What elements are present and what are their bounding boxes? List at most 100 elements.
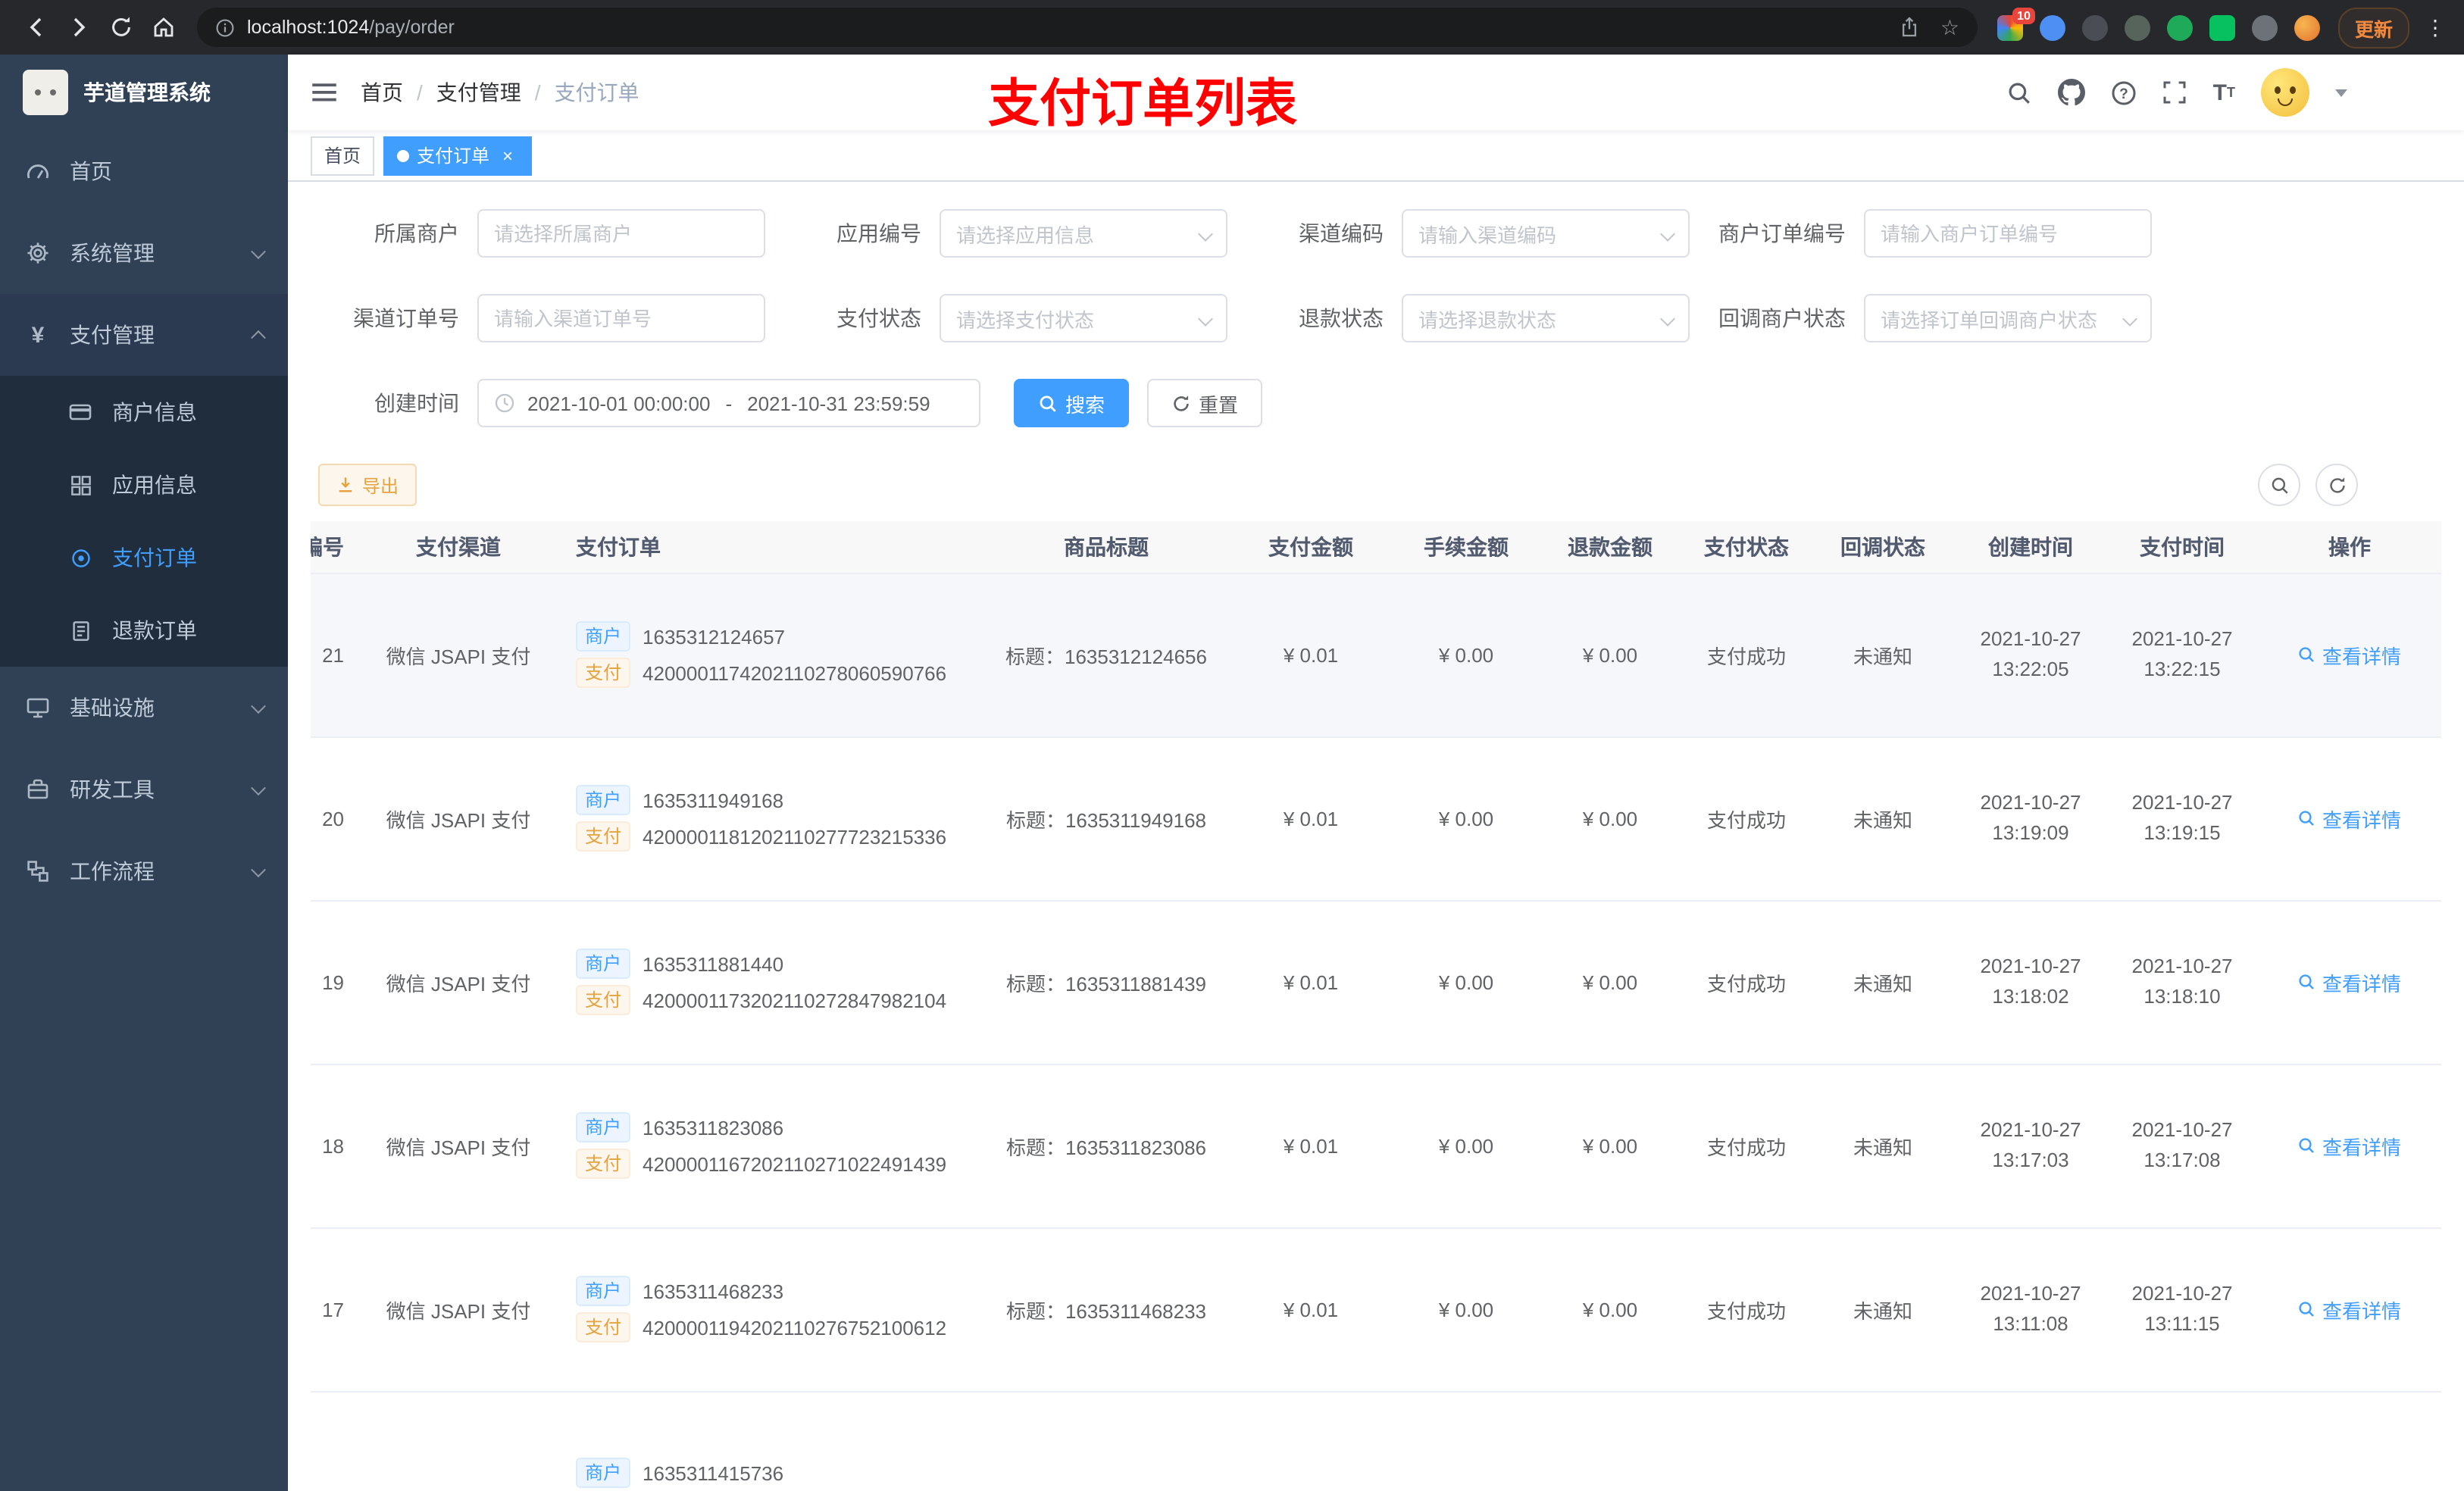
navbar-actions: ? TT [2007, 68, 2441, 117]
reset-button[interactable]: 重置 [1147, 379, 1263, 427]
chevron-down-icon [251, 780, 266, 796]
sidebar: 芋道管理系统 首页 系统管理 ¥ 支付管理 商户信息 应用信息 支付订单 退款订… [0, 55, 288, 1491]
merchant-tag: 商户 [576, 1458, 631, 1488]
extension-icon-5[interactable] [2166, 14, 2193, 40]
fullscreen-icon[interactable] [2163, 80, 2187, 105]
sidebar-item-home[interactable]: 首页 [0, 130, 288, 212]
view-detail-link[interactable]: 查看详情 [2298, 1295, 2401, 1324]
merchant-order-no-input[interactable] [1864, 209, 2152, 258]
extension-icon-4[interactable] [2124, 14, 2150, 40]
pay-tag: 支付 [576, 821, 631, 852]
breadcrumb-separator: / [534, 80, 541, 105]
payment-submenu: 商户信息 应用信息 支付订单 退款订单 [0, 376, 288, 667]
merchant-order-no: 1635311468233 [643, 1280, 784, 1302]
field-label: 支付状态 [836, 306, 921, 330]
extension-icon-1[interactable]: 10 [1997, 7, 2035, 40]
browser-menu-icon[interactable]: ⋮ [2425, 14, 2446, 40]
browser-profile-avatar[interactable] [2294, 14, 2320, 40]
hamburger-icon[interactable] [311, 79, 338, 106]
search-button[interactable]: 搜索 [1014, 379, 1130, 427]
site-info-icon[interactable] [215, 17, 235, 37]
search-icon[interactable] [2007, 80, 2033, 105]
main-content: 首页 / 支付管理 / 支付订单 支付订单列表 ? T T 首页 支付订单 × … [288, 55, 2464, 1491]
app-navbar: 首页 / 支付管理 / 支付订单 支付订单列表 ? T T [288, 55, 2464, 133]
table-toolbar: 导出 [288, 464, 2464, 506]
sidebar-item-app-info[interactable]: 应用信息 [0, 449, 288, 521]
table-row: 20 微信 JSAPI 支付 商户 1635311949168 支付 4200001… [311, 736, 2441, 901]
view-detail-link[interactable]: 查看详情 [2298, 967, 2401, 996]
tags-view-bar: 首页 支付订单 × [288, 130, 2464, 182]
breadcrumb-home[interactable]: 首页 [361, 77, 403, 108]
view-detail-link[interactable]: 查看详情 [2298, 1131, 2401, 1160]
sidebar-item-payment[interactable]: ¥ 支付管理 [0, 294, 288, 376]
app-title: 芋道管理系统 [83, 80, 211, 105]
sidebar-item-label: 支付管理 [70, 323, 155, 347]
dashboard-icon [24, 159, 52, 183]
sidebar-item-label: 首页 [70, 159, 112, 183]
channel-order-no-input[interactable] [477, 294, 765, 342]
browser-toolbar: localhost:1024/pay/order ☆ 10 更新 ⋮ [0, 0, 2464, 55]
sidebar-item-infrastructure[interactable]: 基础设施 [0, 667, 288, 749]
merchant-tag: 商户 [576, 949, 631, 979]
sidebar-item-label: 商户信息 [112, 400, 197, 424]
table-row: 17 微信 JSAPI 支付 商户 1635311468233 支付 4200001… [311, 1227, 2441, 1392]
sidebar-item-merchant-info[interactable]: 商户信息 [0, 376, 288, 449]
avatar-caret-icon[interactable] [2335, 89, 2347, 103]
font-size-icon[interactable]: TT [2213, 81, 2235, 104]
app-no-select[interactable]: 请选择应用信息 [940, 209, 1227, 258]
sidebar-item-workflow[interactable]: 工作流程 [0, 830, 288, 912]
pay-tag: 支付 [576, 985, 631, 1015]
tab-home[interactable]: 首页 [311, 136, 375, 175]
pay-tag: 支付 [576, 1149, 631, 1179]
extension-badge: 10 [2012, 7, 2035, 23]
field-label: 渠道编码 [1299, 221, 1384, 245]
extension-icon-chat[interactable] [2209, 14, 2235, 40]
refund-status-select[interactable]: 请选择退款状态 [1402, 294, 1690, 342]
browser-home-button[interactable] [142, 6, 185, 48]
field-label: 渠道订单号 [353, 306, 459, 330]
search-form: 所属商户 应用编号 请选择应用信息 渠道编码 请输入渠道编码 [288, 182, 2464, 427]
sidebar-item-system[interactable]: 系统管理 [0, 212, 288, 294]
browser-update-button[interactable]: 更新 [2337, 7, 2409, 48]
chevron-down-icon [1660, 226, 1675, 241]
sidebar-item-label: 支付订单 [112, 545, 197, 570]
close-icon[interactable]: × [497, 145, 518, 166]
workflow-icon [24, 859, 52, 883]
active-tab-dot [397, 149, 410, 161]
sidebar-item-dev-tools[interactable]: 研发工具 [0, 749, 288, 830]
share-icon[interactable] [1900, 17, 1921, 38]
sidebar-item-label: 研发工具 [70, 777, 155, 802]
github-icon[interactable] [2058, 79, 2086, 106]
field-label: 商户订单编号 [1718, 221, 1846, 245]
pay-status-select[interactable]: 请选择支付状态 [940, 294, 1227, 342]
help-icon[interactable]: ? [2112, 80, 2137, 105]
refresh-button[interactable] [2315, 464, 2358, 506]
merchant-tag: 商户 [576, 785, 631, 815]
extension-icon-2[interactable] [2039, 14, 2065, 40]
view-detail-link[interactable]: 查看详情 [2298, 640, 2401, 669]
browser-back-button[interactable] [15, 6, 58, 48]
export-button[interactable]: 导出 [318, 464, 417, 506]
browser-reload-button[interactable] [100, 6, 142, 48]
channel-code-select[interactable]: 请输入渠道编码 [1402, 209, 1690, 258]
address-bar[interactable]: localhost:1024/pay/order ☆ [197, 8, 1978, 47]
callback-status-select[interactable]: 请选择订单回调商户状态 [1864, 294, 2152, 342]
tab-pay-order[interactable]: 支付订单 × [383, 136, 533, 175]
extension-icon-3[interactable] [2081, 14, 2108, 40]
app-logo[interactable]: 芋道管理系统 [0, 55, 288, 130]
merchant-input[interactable] [477, 209, 765, 258]
browser-forward-button[interactable] [58, 6, 100, 48]
user-avatar[interactable] [2261, 68, 2309, 117]
sidebar-item-refund-order[interactable]: 退款订单 [0, 594, 288, 667]
create-time-range-picker[interactable]: 2021-10-01 00:00:00 - 2021-10-31 23:59:5… [477, 379, 980, 427]
toggle-search-button[interactable] [2258, 464, 2300, 506]
sidebar-item-pay-order[interactable]: 支付订单 [0, 521, 288, 594]
page-title: 支付订单列表 [988, 76, 1297, 133]
bookmark-star-icon[interactable]: ☆ [1940, 17, 1959, 38]
extensions-puzzle-icon[interactable] [2251, 14, 2278, 40]
pay-tag: 支付 [576, 1312, 631, 1343]
chevron-down-icon [251, 861, 266, 877]
extensions-cluster: 10 [1997, 7, 2320, 40]
breadcrumb-pay-management[interactable]: 支付管理 [436, 77, 521, 108]
view-detail-link[interactable]: 查看详情 [2298, 804, 2401, 833]
